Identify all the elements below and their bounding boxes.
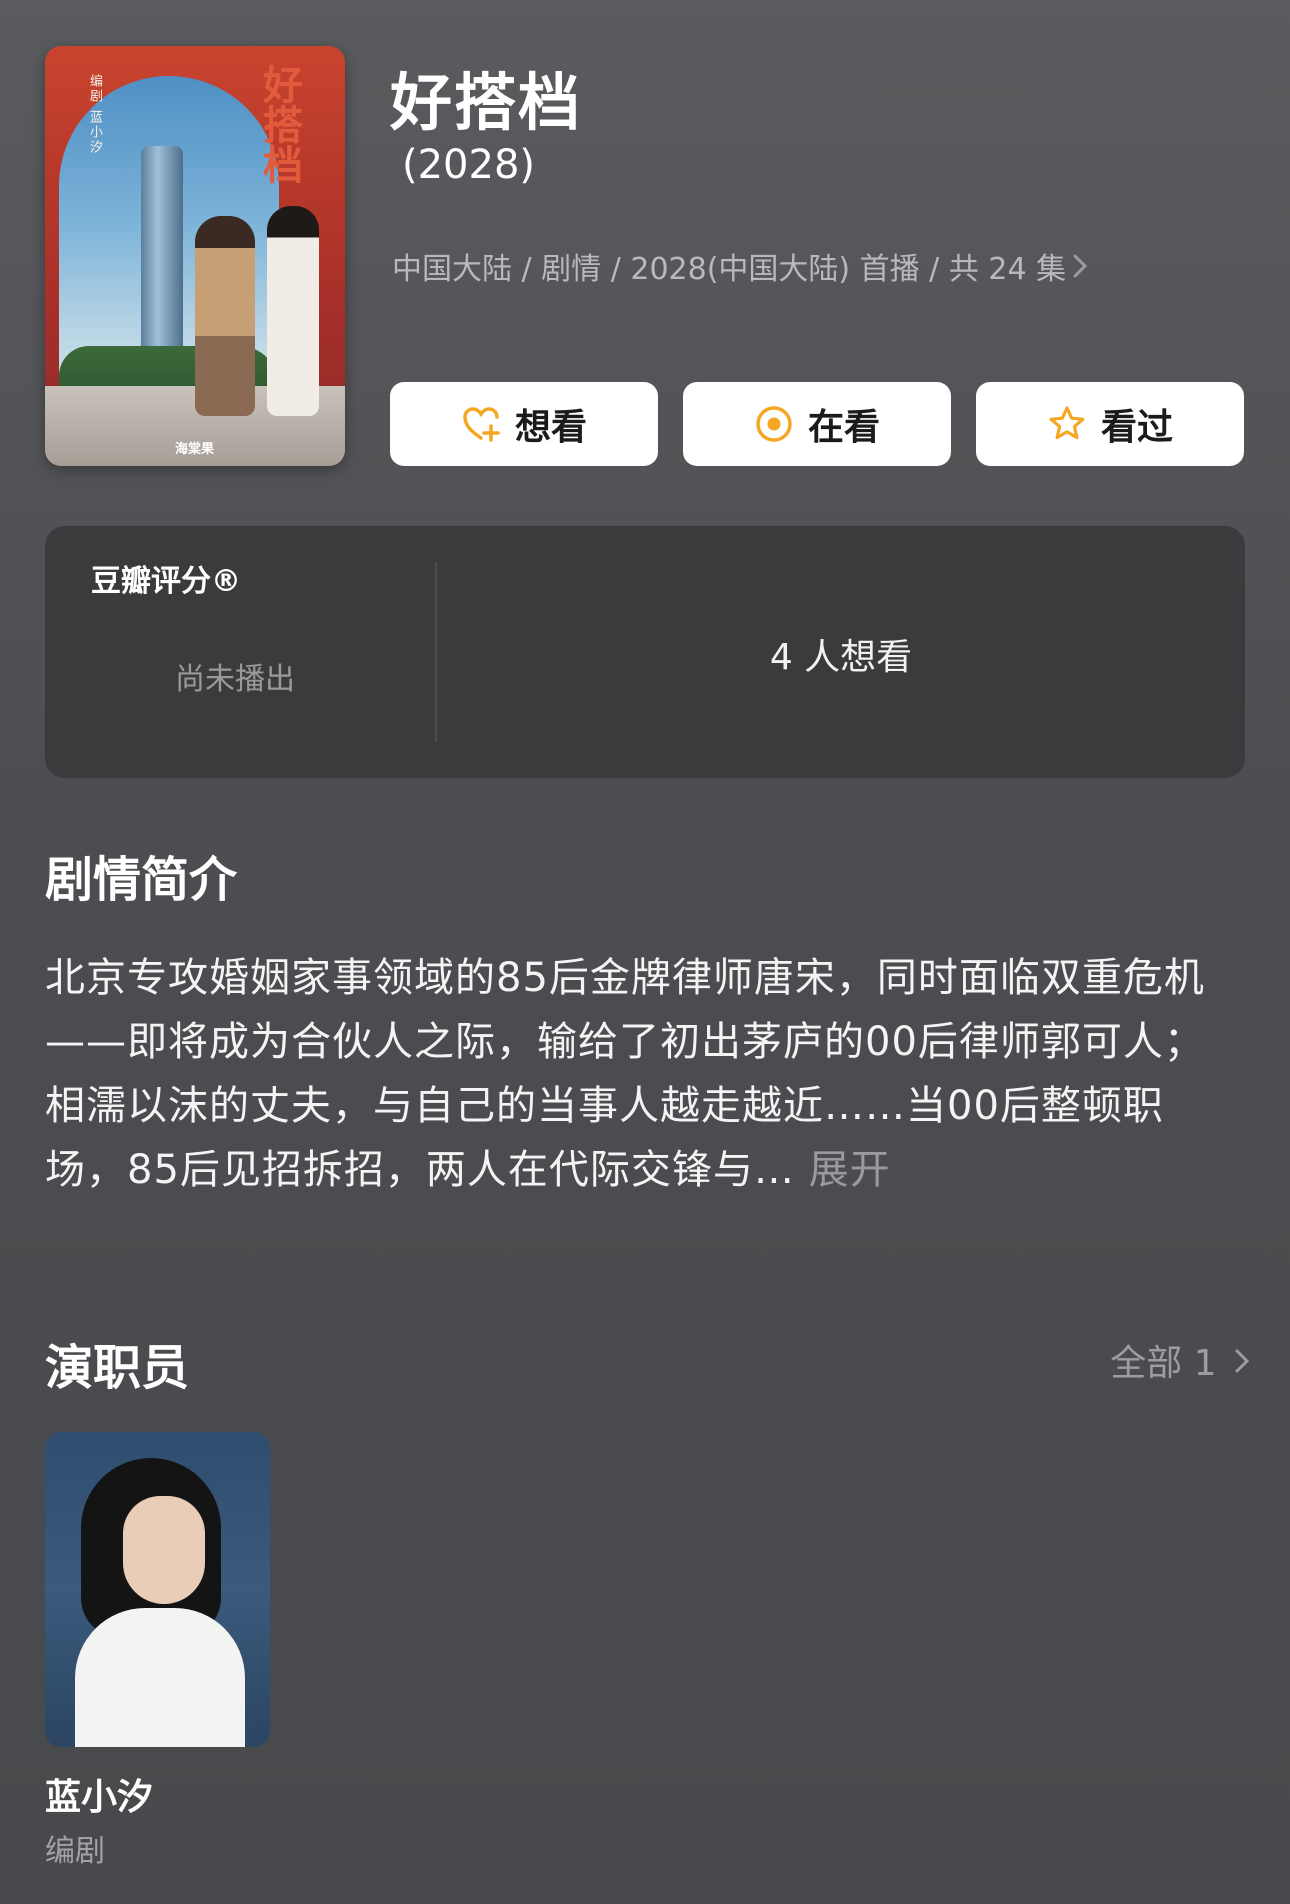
rating-label: 豆瓣评分®	[91, 564, 241, 599]
rating-card: 豆瓣评分® 尚未播出 4 人想看	[45, 526, 1245, 778]
watched-button[interactable]: 看过	[976, 382, 1244, 466]
synopsis-heading: 剧情简介	[45, 852, 238, 908]
synopsis-text: 北京专攻婚姻家事领域的85后金牌律师唐宋，同时面临双重危机——即将成为合伙人之际…	[45, 955, 1205, 1193]
poster-image[interactable]: 好搭档 编剧 蓝小汐 海棠果	[45, 46, 345, 466]
watching-button-label: 在看	[807, 407, 880, 448]
want-button[interactable]: 想看	[390, 382, 658, 466]
show-meta-text: 中国大陆 / 剧情 / 2028(中国大陆) 首播 / 共 24 集	[392, 252, 1067, 287]
show-meta[interactable]: 中国大陆 / 剧情 / 2028(中国大陆) 首播 / 共 24 集	[392, 244, 1088, 288]
poster-figure-right	[267, 206, 319, 416]
target-icon	[754, 404, 794, 444]
cast-all-link[interactable]: 全部 1	[1110, 1334, 1250, 1386]
synopsis-text-block: 北京专攻婚姻家事领域的85后金牌律师唐宋，同时面临双重危机——即将成为合伙人之际…	[45, 946, 1245, 1202]
poster-title: 好搭档	[256, 64, 303, 184]
avatar-body	[75, 1608, 245, 1747]
show-year: (2028)	[402, 142, 536, 188]
chevron-right-icon	[1072, 252, 1088, 287]
poster-logo: 海棠果	[175, 442, 215, 457]
cast-heading: 演职员	[45, 1340, 190, 1396]
cast-member-name[interactable]: 蓝小汐	[45, 1768, 153, 1820]
watched-button-label: 看过	[1100, 407, 1173, 448]
chevron-right-icon	[1223, 1343, 1250, 1384]
cast-member-role: 编剧	[45, 1834, 105, 1869]
star-icon	[1047, 404, 1087, 444]
want-button-label: 想看	[514, 407, 587, 448]
rating-status: 尚未播出	[175, 662, 295, 697]
avatar-face	[123, 1496, 205, 1604]
show-title: 好搭档	[390, 66, 583, 139]
cast-member-photo[interactable]	[45, 1432, 270, 1747]
poster-figure-left	[195, 216, 255, 416]
poster-credit: 编剧 蓝小汐	[87, 74, 102, 156]
cast-all-label: 全部 1	[1110, 1343, 1217, 1384]
poster-tower	[141, 146, 183, 366]
expand-link[interactable]: 展开	[809, 1147, 891, 1193]
want-count: 4 人想看	[769, 637, 913, 678]
watching-button[interactable]: 在看	[683, 382, 951, 466]
heart-plus-icon	[461, 404, 501, 444]
